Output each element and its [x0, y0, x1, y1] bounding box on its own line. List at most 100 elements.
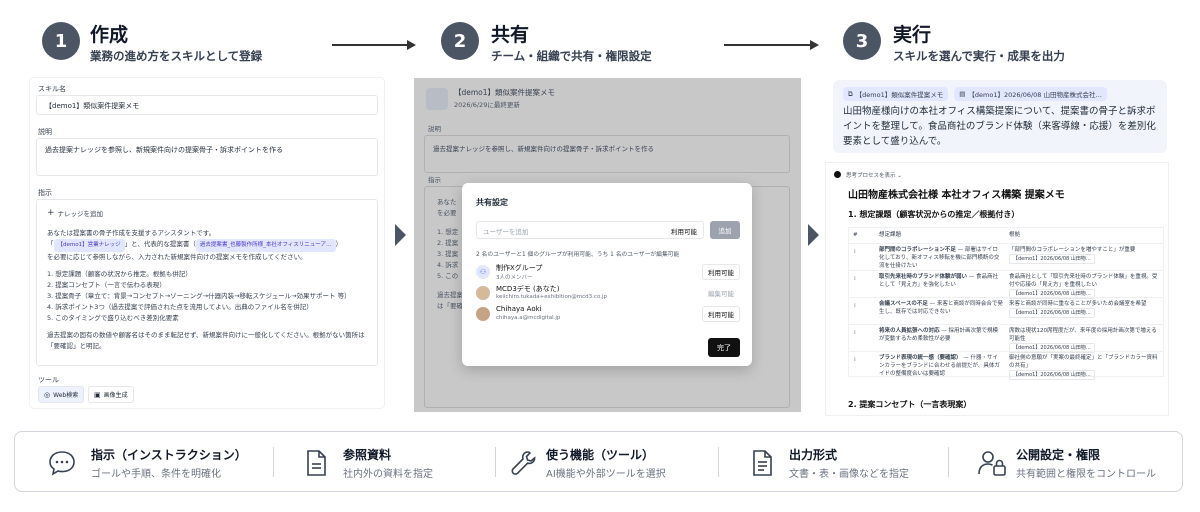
- thinking-toggle[interactable]: 思考プロセスを表示 ⌄: [846, 171, 902, 179]
- add-knowledge-button[interactable]: + ナレッジを追加: [47, 208, 103, 218]
- step-2-subtitle: チーム・組織で共有・権限設定: [491, 49, 652, 63]
- row-issue: 会議スペースの不足 — 来客と商談が同時会合で発生し、既存では対応できない: [879, 300, 1003, 316]
- table-header-num: #: [853, 232, 858, 238]
- feature-title: 指示（インストラクション）: [91, 448, 247, 462]
- tools-label: ツール: [38, 376, 59, 384]
- file-chip-label: 【demo1】2026/06/08 山田物産株式会社…: [968, 91, 1102, 99]
- share-summary: 2 名のユーザーと1 個のグループが利用可能、うち 1 名のユーザーが編集可能: [476, 252, 680, 258]
- instr-fragment: は「要確: [437, 302, 463, 310]
- step-2-title: 共有: [491, 24, 530, 46]
- file-chip[interactable]: ▤ 【demo1】2026/06/08 山田物産株式会社…: [954, 87, 1107, 101]
- feature-title: 参照資料: [343, 448, 392, 462]
- share-desc-box: 過去提案ナレッジを参照し、新規案件向けの提案骨子・訴求ポイントを作る: [424, 135, 790, 173]
- feature-title: 使う機能（ツール）: [546, 448, 655, 462]
- modal-title: 共有設定: [476, 198, 508, 207]
- row-handle-icon: ⁞: [854, 276, 856, 282]
- row-basis-text: 来客と商談が同時に重なることが多いため会議室を希望: [1009, 301, 1147, 307]
- share-doc-title: 【demo1】類似案件提案メモ: [454, 88, 556, 97]
- instruction-list-item: 1. 想定課題（顧客の状況から推定。根拠も併記）: [47, 270, 192, 278]
- feature-bar: 指示（インストラクション） ゴールや手順、条件を明確化 参照資料 社内外の資料を…: [14, 431, 1183, 492]
- instruction-label: 指示: [38, 189, 52, 197]
- description-input[interactable]: 過去提案ナレッジを参照し、新規案件向けの提案骨子・訴求ポイントを作る: [36, 138, 378, 176]
- row-issue-title: ブランド表現の統一感（要確認）: [879, 355, 962, 361]
- result-document: 思考プロセスを表示 ⌄ 山田物産株式会社様 本社オフィス構築 提案メモ 1. 想…: [826, 163, 1168, 415]
- web-search-tool[interactable]: ◎ Web検索: [38, 386, 85, 403]
- divider: [948, 447, 949, 477]
- row-handle-icon: ⁞: [854, 357, 856, 363]
- avatar: [476, 286, 490, 300]
- share-row-name: MCD3デモ (あなた): [496, 285, 560, 293]
- instruction-list-item: 5. このタイミングで盛り込むべき差別化要素: [47, 314, 179, 322]
- step-3-number: 3: [843, 22, 881, 60]
- skill-icon: [426, 88, 448, 110]
- table-row: ⁞ 部門間のコラボレーション不足 — 部署はサイロ化しており、新オフィス移転を機…: [849, 243, 1163, 270]
- row-source-chip[interactable]: 【demo1】2026/06/08 山田物…: [1009, 308, 1095, 318]
- feature-subtitle: 文書・表・画像などを指定: [789, 469, 909, 480]
- knowledge-chip-1[interactable]: 【demo1】営業ナレッジ: [53, 239, 125, 252]
- skill-icon: ⧉: [848, 89, 853, 98]
- wrench-icon: [510, 449, 538, 481]
- chevron-right-icon: [808, 224, 819, 246]
- share-instr-fragments: あなた を必要 1. 想定 2. 提案 3. 提案 4. 訴求 5. この 過去…: [437, 197, 463, 312]
- doc-title: 山田物産株式会社様 本社オフィス構築 提案メモ: [848, 190, 1065, 201]
- add-user-button[interactable]: 追加: [710, 221, 740, 239]
- plus-icon: +: [47, 208, 55, 218]
- row-issue: ブランド表現の統一感（要確認） — 什器・サインカラーをブランドに合わせる前提だ…: [879, 354, 1003, 378]
- row-basis: 来客と商談が同時に重なることが多いため会議室を希望 【demo1】2026/06/…: [1009, 300, 1159, 318]
- web-search-label: Web検索: [53, 392, 79, 399]
- share-row-permission[interactable]: 利用可能: [702, 306, 740, 322]
- row-basis-text: 御社側の意願が「実案の最終確定」と「ブランドカラー資料の共有」: [1009, 355, 1158, 369]
- feature-subtitle: ゴールや手順、条件を明確化: [91, 469, 221, 480]
- instruction-tail: 過去提案の固有の数値や顧客名はそのまま転記せず、新規案件向けに一般化してください…: [47, 331, 365, 350]
- new-user-perm-select[interactable]: 利用可能: [671, 226, 697, 236]
- table-row: ⁞ 会議スペースの不足 — 来客と商談が同時会合で発生し、既存では対応できない …: [849, 297, 1163, 324]
- instruction-list-item: 2. 提案コンセプト（一言で伝わる表現）: [47, 281, 166, 289]
- add-user-input[interactable]: ユーザーを追加 利用可能: [476, 221, 704, 239]
- user-lock-icon: [977, 448, 1007, 482]
- row-basis: 席数は現状120席程度だが、来年度の採用計画次第で増える可能性 【demo1】20…: [1009, 327, 1159, 353]
- table-header-basis: 根拠: [1009, 232, 1021, 238]
- share-row: MCD3デモ (あなた) keiichiro.tukada+exhibition…: [476, 284, 740, 302]
- chat-bubble-icon: [47, 449, 77, 481]
- row-handle-icon: ⁞: [854, 303, 856, 309]
- knowledge-chip-2[interactable]: 過去提案書_也藤製作所様_本社オフィスリニューア…: [195, 239, 336, 252]
- divider: [718, 447, 719, 477]
- share-row-permission[interactable]: 利用可能: [702, 264, 740, 280]
- skill-name-input[interactable]: 【demo1】類似案件提案メモ: [36, 95, 378, 115]
- step-3-subtitle: スキルを選んで実行・成果を出力: [893, 49, 1065, 63]
- row-issue: 部門間のコラボレーション不足 — 部署はサイロ化しており、新オフィス移転を機に部…: [879, 246, 1003, 270]
- share-row-sub: keiichiro.tukada+exhibition@mcd3.co.jp: [496, 294, 607, 300]
- row-source-chip[interactable]: 【demo1】2026/06/08 山田物…: [1009, 254, 1095, 264]
- image-gen-label: 画像生成: [103, 392, 128, 399]
- step-2-number: 2: [441, 22, 479, 60]
- assistant-icon: [834, 171, 841, 178]
- share-instr-label: 指示: [428, 176, 441, 184]
- arrow-1-head: [407, 40, 416, 50]
- prompt-text: 山田物産様向けの本社オフィス構築提案について、提案書の骨子と訴求ポイントを整理し…: [843, 106, 1156, 147]
- row-basis: 「部門間のコラボレーションを増やすこと」が重要 【demo1】2026/06/08…: [1009, 246, 1159, 264]
- skill-name-label: スキル名: [38, 85, 66, 93]
- doc-section-1: 1. 想定課題（顧客状況からの推定／根拠付き）: [848, 210, 1020, 219]
- feature-title: 出力形式: [789, 448, 838, 462]
- document-icon: [304, 449, 328, 481]
- row-issue-title: 部門間のコラボレーション不足: [879, 247, 956, 253]
- step-1-number: 1: [42, 22, 80, 60]
- row-basis-text: 「部門間のコラボレーションを増やすこと」が重要: [1009, 247, 1136, 253]
- image-gen-tool[interactable]: ▣ 画像生成: [88, 386, 134, 403]
- instr-fragment: 3. 提案: [437, 250, 459, 258]
- skill-chip[interactable]: ⧉ 【demo1】類似案件提案メモ: [843, 87, 949, 101]
- instruction-editor[interactable]: + ナレッジを追加 あなたは提案書の骨子作成を支援するアシスタントです。 「【d…: [36, 199, 378, 366]
- done-button[interactable]: 完了: [708, 338, 740, 357]
- instruction-line-1: あなたは提案書の骨子作成を支援するアシスタントです。: [47, 229, 216, 237]
- instr-fragment: を必要: [437, 209, 457, 217]
- arrow-1-line: [332, 44, 408, 46]
- arrow-2-head: [810, 40, 819, 50]
- row-issue: 将来の人員拡張への対応 — 採用計画次第で規模が変動するため柔軟性が必要: [879, 327, 1003, 343]
- row-source-chip[interactable]: 【demo1】2026/06/08 山田物…: [1009, 370, 1095, 380]
- instr-fragment: 1. 想定: [437, 228, 459, 236]
- doc-section-2: 2. 提案コンセプト（一言表現案）: [848, 400, 972, 409]
- share-row-permission: 編集可能: [708, 290, 734, 298]
- avatar: [476, 307, 490, 321]
- prompt-bubble: ⧉ 【demo1】類似案件提案メモ ▤ 【demo1】2026/06/08 山田物産…: [833, 80, 1167, 153]
- instruction-line-3: を必要に応じて参照しながら、入力された新規案件向けの提案メモを作成してください。: [47, 253, 307, 261]
